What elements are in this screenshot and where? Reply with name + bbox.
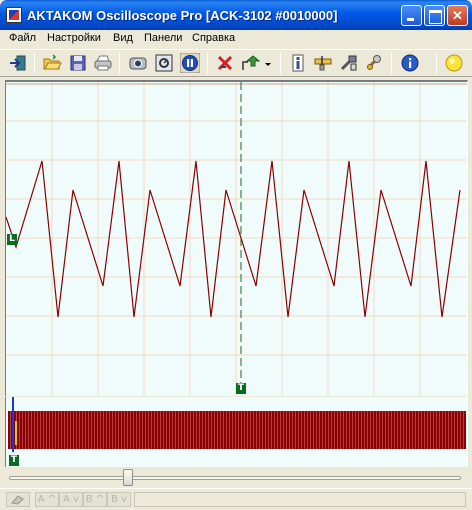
waveform-plot bbox=[6, 82, 467, 396]
overview-waveform bbox=[8, 411, 466, 449]
app-icon[interactable] bbox=[6, 7, 22, 23]
overview-window-left[interactable] bbox=[12, 397, 14, 452]
ruler-icon[interactable] bbox=[313, 53, 333, 73]
menu-bar: Файл Настройки Вид Панели Справка bbox=[0, 30, 472, 48]
toolbar-separator bbox=[391, 53, 392, 74]
info-file-icon[interactable] bbox=[288, 53, 308, 73]
close-button[interactable]: ✕ bbox=[447, 5, 468, 26]
slider-track[interactable] bbox=[9, 476, 461, 480]
menu-settings[interactable]: Настройки bbox=[47, 32, 101, 44]
minimize-button[interactable] bbox=[401, 5, 422, 26]
toolbar-separator bbox=[119, 53, 120, 74]
signal-trace bbox=[6, 160, 461, 318]
position-slider[interactable] bbox=[5, 467, 468, 487]
settings-icon[interactable] bbox=[364, 53, 384, 73]
cursor-b-up[interactable]: B ^ bbox=[83, 492, 107, 507]
trigger-marker[interactable]: T bbox=[236, 383, 246, 394]
toolbar-separator bbox=[436, 53, 437, 74]
print-icon[interactable] bbox=[93, 53, 113, 73]
scope-display[interactable]: L T bbox=[5, 80, 468, 396]
tools-icon[interactable] bbox=[339, 53, 359, 73]
level-marker[interactable]: L bbox=[7, 234, 17, 245]
snapshot-icon[interactable] bbox=[154, 53, 174, 73]
open-folder-icon[interactable] bbox=[42, 53, 62, 73]
cursor-b-down[interactable]: B v bbox=[107, 492, 131, 507]
toolbar-separator bbox=[34, 53, 35, 74]
status-bar: A ^ A v B ^ B v bbox=[0, 488, 472, 510]
overview-window-right[interactable] bbox=[15, 421, 17, 445]
slider-thumb[interactable] bbox=[123, 469, 133, 486]
save-icon[interactable] bbox=[68, 53, 88, 73]
help-icon[interactable] bbox=[400, 53, 420, 73]
export-icon[interactable] bbox=[240, 53, 260, 73]
cursor-a-down[interactable]: A v bbox=[59, 492, 83, 507]
menu-file[interactable]: Файл bbox=[9, 32, 36, 44]
status-lamp-icon bbox=[445, 54, 463, 72]
pause-icon[interactable] bbox=[180, 53, 200, 73]
eraser-icon[interactable] bbox=[6, 492, 30, 507]
grid bbox=[6, 82, 467, 396]
toolbar-separator bbox=[207, 53, 208, 74]
exit-icon[interactable] bbox=[8, 53, 28, 73]
overview-strip[interactable]: T bbox=[5, 397, 468, 467]
menu-view[interactable]: Вид bbox=[113, 32, 133, 44]
stop-icon[interactable] bbox=[215, 53, 235, 73]
overview-trigger-marker[interactable]: T bbox=[9, 455, 19, 466]
toolbar bbox=[0, 49, 472, 77]
title-bar: AKTAKOM Oscilloscope Pro [ACK-3102 #0010… bbox=[0, 0, 472, 30]
menu-panels[interactable]: Панели bbox=[144, 32, 182, 44]
maximize-button[interactable] bbox=[424, 5, 445, 26]
toolbar-separator bbox=[280, 53, 281, 74]
window-title: AKTAKOM Oscilloscope Pro [ACK-3102 #0010… bbox=[27, 8, 338, 23]
status-message-area bbox=[134, 492, 466, 507]
cursor-a-up[interactable]: A ^ bbox=[35, 492, 59, 507]
menu-help[interactable]: Справка bbox=[192, 32, 235, 44]
camera-icon[interactable] bbox=[128, 53, 148, 73]
dropdown-arrow-icon[interactable] bbox=[262, 53, 274, 73]
